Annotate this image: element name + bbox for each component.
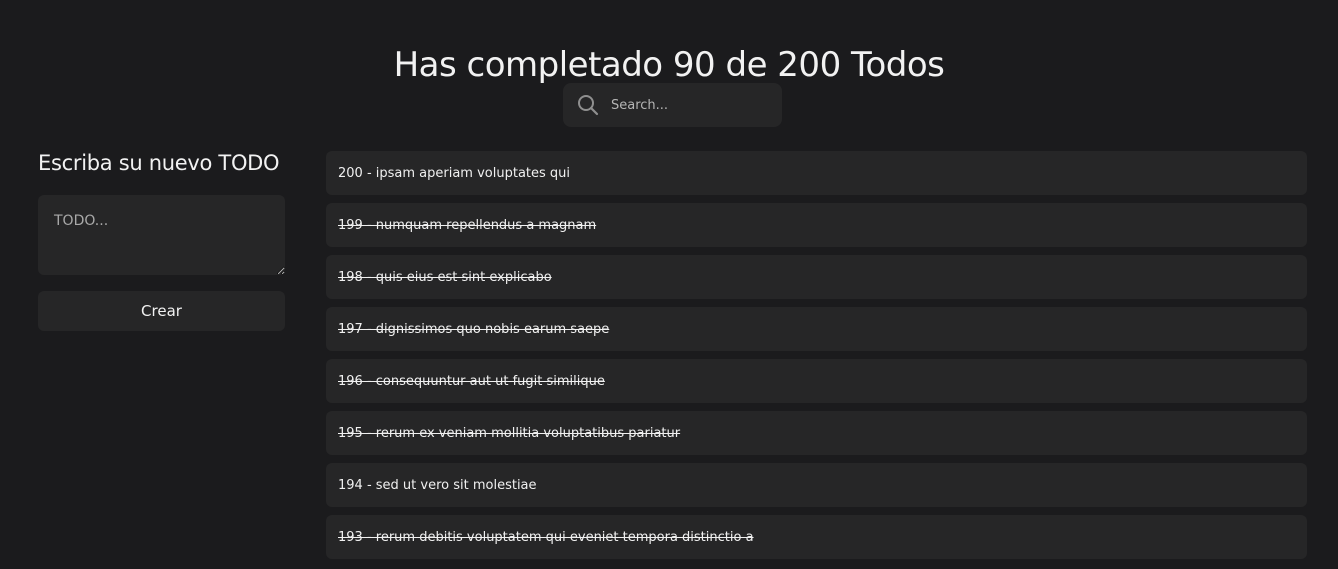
todo-item-text: 197 - dignissimos quo nobis earum saepe [338, 321, 610, 337]
todo-item[interactable]: 195 - rerum ex veniam mollitia voluptati… [326, 411, 1307, 455]
todo-item[interactable]: 200 - ipsam aperiam voluptates qui [326, 151, 1307, 195]
todo-item[interactable]: 193 - rerum debitis voluptatem qui eveni… [326, 515, 1307, 559]
todo-list: 200 - ipsam aperiam voluptates qui 199 -… [326, 151, 1307, 567]
todo-textarea[interactable] [38, 195, 285, 275]
todo-item-text: 193 - rerum debitis voluptatem qui eveni… [338, 529, 754, 545]
create-todo-heading: Escriba su nuevo TODO [38, 151, 280, 175]
todo-item[interactable]: 197 - dignissimos quo nobis earum saepe [326, 307, 1307, 351]
todo-item-text: 195 - rerum ex veniam mollitia voluptati… [338, 425, 681, 441]
todo-item[interactable]: 198 - quis eius est sint explicabo [326, 255, 1307, 299]
search-box[interactable] [563, 83, 782, 127]
todo-item-text: 198 - quis eius est sint explicabo [338, 269, 552, 285]
todo-item[interactable]: 194 - sed ut vero sit molestiae [326, 463, 1307, 507]
search-icon [577, 94, 599, 116]
todo-item-text: 196 - consequuntur aut ut fugit similiqu… [338, 373, 605, 389]
todo-item[interactable]: 199 - numquam repellendus a magnam [326, 203, 1307, 247]
search-input[interactable] [611, 83, 771, 127]
todo-item[interactable]: 196 - consequuntur aut ut fugit similiqu… [326, 359, 1307, 403]
todo-item-text: 194 - sed ut vero sit molestiae [338, 477, 537, 493]
create-button[interactable]: Crear [38, 291, 285, 331]
todo-item-text: 199 - numquam repellendus a magnam [338, 217, 597, 233]
page-title: Has completado 90 de 200 Todos [393, 44, 945, 85]
todo-item-text: 200 - ipsam aperiam voluptates qui [338, 165, 571, 181]
create-todo-panel: Escriba su nuevo TODO Crear [38, 148, 285, 331]
